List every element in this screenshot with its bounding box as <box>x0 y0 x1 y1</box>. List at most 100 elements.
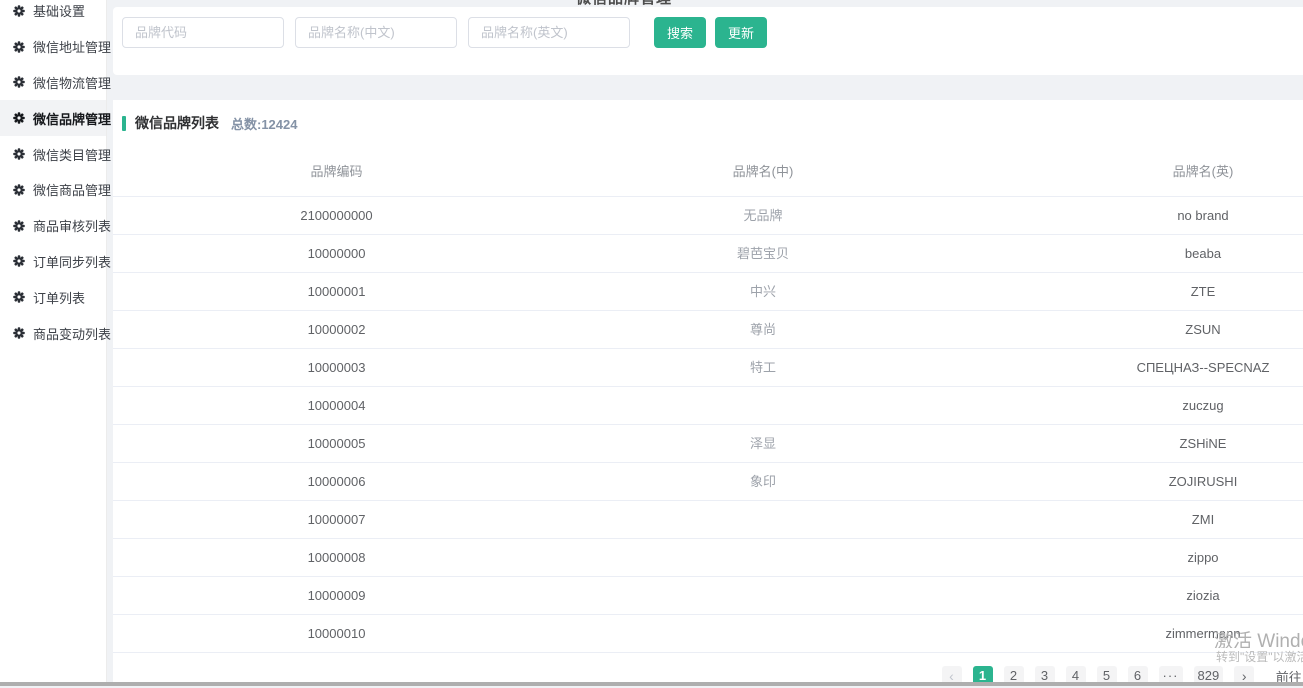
sidebar-item-label: 微信地址管理 <box>33 40 112 56</box>
sidebar-item-label: 商品审核列表 <box>33 219 112 235</box>
sidebar-item-wechat-product[interactable]: 微信商品管理 <box>0 172 111 208</box>
sidebar-item-label: 微信品牌管理 <box>33 111 112 127</box>
sidebar-item-wechat-category[interactable]: 微信类目管理 <box>0 136 111 172</box>
windows-activation-watermark-line1: 激活 Windows <box>1214 631 1303 648</box>
brand-name-cn-cell <box>560 386 966 425</box>
table-row[interactable]: 10000001 中兴 ZTE <box>113 272 1303 311</box>
brand-list-card: 微信品牌列表 总数:12424 品牌编码 品牌名(中) 品牌名(英) 21000… <box>113 100 1303 686</box>
table-row[interactable]: 10000007 ZMI <box>113 500 1303 539</box>
table-row[interactable]: 10000006 象印 ZOJIRUSHI <box>113 462 1303 501</box>
table-row[interactable]: 10000005 泽显 ZSHiNE <box>113 424 1303 463</box>
brand-name-cn-cell: 特工 <box>560 348 966 387</box>
brand-name-cn-cell <box>560 538 966 577</box>
gear-icon <box>13 148 25 160</box>
table-row[interactable]: 10000003 特工 СПЕЦНАЗ--SPECNAZ <box>113 348 1303 387</box>
sidebar-item-label: 订单同步列表 <box>33 254 112 270</box>
table-row[interactable]: 10000009 ziozia <box>113 576 1303 615</box>
brand-code-cell: 10000005 <box>113 424 560 463</box>
table-row[interactable]: 10000008 zippo <box>113 538 1303 577</box>
table-header-row: 品牌编码 品牌名(中) 品牌名(英) <box>113 133 1303 197</box>
search-panel: 搜索 更新 <box>113 7 1303 75</box>
total-count: 总数:12424 <box>231 116 298 132</box>
brand-code-cell: 2100000000 <box>113 196 560 235</box>
brand-name-en-cell: ZTE <box>966 272 1303 311</box>
table-row[interactable]: 10000010 zimmermann <box>113 614 1303 653</box>
brand-name-cn-cell <box>560 614 966 653</box>
brand-name-cn-input[interactable] <box>295 17 457 48</box>
table-row[interactable]: 10000000 碧芭宝贝 beaba <box>113 234 1303 273</box>
update-button[interactable]: 更新 <box>715 17 767 48</box>
gear-icon <box>13 327 25 339</box>
brand-code-cell: 10000004 <box>113 386 560 425</box>
brand-table: 品牌编码 品牌名(中) 品牌名(英) 2100000000 无品牌 no brand… <box>113 133 1303 653</box>
brand-code-cell: 10000003 <box>113 348 560 387</box>
sidebar-menu: 基础设置 微信地址管理 微信物流管理 微信品牌管理 微信类目管理 微信商品管理 … <box>0 0 111 351</box>
table-row[interactable]: 10000002 尊尚 ZSUN <box>113 310 1303 349</box>
brand-name-cn-cell: 碧芭宝贝 <box>560 234 966 273</box>
brand-code-cell: 10000008 <box>113 538 560 577</box>
sidebar-item-label: 微信物流管理 <box>33 75 112 91</box>
brand-name-en-input[interactable] <box>468 17 630 48</box>
gear-icon <box>13 40 25 53</box>
column-header-brand-name-cn: 品牌名(中) <box>560 133 966 197</box>
sidebar-item-product-review-list[interactable]: 商品审核列表 <box>0 208 111 244</box>
title-accent-bar <box>122 115 126 131</box>
sidebar-item-label: 基础设置 <box>33 4 86 20</box>
brand-code-cell: 10000007 <box>113 500 560 539</box>
sidebar-item-order-sync-list[interactable]: 订单同步列表 <box>0 244 111 280</box>
window-bottom-edge <box>0 682 1303 686</box>
sidebar-item-label: 商品变动列表 <box>33 326 112 342</box>
windows-activation-watermark-line2: 转到"设置"以激活 Windows。 <box>1216 650 1303 663</box>
gear-icon <box>13 76 25 89</box>
brand-name-cn-cell: 尊尚 <box>560 310 966 349</box>
gear-icon <box>13 112 25 125</box>
gear-icon <box>13 5 25 17</box>
sidebar: 基础设置 微信地址管理 微信物流管理 微信品牌管理 微信类目管理 微信商品管理 … <box>0 0 111 686</box>
column-header-brand-code: 品牌编码 <box>113 133 560 197</box>
sidebar-item-wechat-brand[interactable]: 微信品牌管理 <box>0 100 111 137</box>
brand-name-cn-cell: 象印 <box>560 462 966 501</box>
brand-code-cell: 10000000 <box>113 234 560 273</box>
sidebar-item-label: 微信类目管理 <box>33 147 112 163</box>
sidebar-item-label: 微信商品管理 <box>33 183 112 199</box>
gear-icon <box>13 184 25 196</box>
brand-name-en-cell: ZSUN <box>966 310 1303 349</box>
search-actions: 搜索 更新 <box>654 17 776 48</box>
gear-icon <box>13 255 25 268</box>
brand-code-cell: 10000001 <box>113 272 560 311</box>
brand-name-en-cell: ZSHiNE <box>966 424 1303 463</box>
brand-code-cell: 10000006 <box>113 462 560 501</box>
brand-name-en-cell: СПЕЦНАЗ--SPECNAZ <box>966 348 1303 387</box>
card-title: 微信品牌列表 总数:12424 <box>122 113 1303 133</box>
clipped-page-title: 微信品牌管理 <box>576 0 672 5</box>
sidebar-item-order-list[interactable]: 订单列表 <box>0 279 106 315</box>
brand-name-en-cell: ZMI <box>966 500 1303 539</box>
sidebar-item-basic-settings[interactable]: 基础设置 <box>0 0 106 29</box>
brand-name-cn-cell: 无品牌 <box>560 196 966 235</box>
table-row[interactable]: 10000004 zuczug <box>113 386 1303 425</box>
column-header-brand-name-en: 品牌名(英) <box>966 133 1303 197</box>
sidebar-item-label: 订单列表 <box>33 290 86 306</box>
brand-name-cn-cell <box>560 576 966 615</box>
brand-name-cn-cell: 中兴 <box>560 272 966 311</box>
search-button[interactable]: 搜索 <box>654 17 706 48</box>
brand-code-input[interactable] <box>122 17 284 48</box>
brand-code-cell: 10000010 <box>113 614 560 653</box>
gear-icon <box>13 219 25 232</box>
brand-name-cn-cell <box>560 500 966 539</box>
brand-name-en-cell: ziozia <box>966 576 1303 615</box>
brand-name-en-cell: zippo <box>966 538 1303 577</box>
sidebar-item-wechat-address[interactable]: 微信地址管理 <box>0 29 111 65</box>
brand-name-cn-cell: 泽显 <box>560 424 966 463</box>
sidebar-item-product-change-list[interactable]: 商品变动列表 <box>0 315 111 351</box>
list-title: 微信品牌列表 <box>135 115 219 131</box>
gear-icon <box>13 291 25 304</box>
brand-name-en-cell: no brand <box>966 196 1303 235</box>
sidebar-item-wechat-logistics[interactable]: 微信物流管理 <box>0 65 111 101</box>
brand-name-en-cell: zuczug <box>966 386 1303 425</box>
brand-code-cell: 10000009 <box>113 576 560 615</box>
brand-code-cell: 10000002 <box>113 310 560 349</box>
table-row[interactable]: 2100000000 无品牌 no brand <box>113 196 1303 235</box>
brand-name-en-cell: beaba <box>966 234 1303 273</box>
brand-name-en-cell: ZOJIRUSHI <box>966 462 1303 501</box>
